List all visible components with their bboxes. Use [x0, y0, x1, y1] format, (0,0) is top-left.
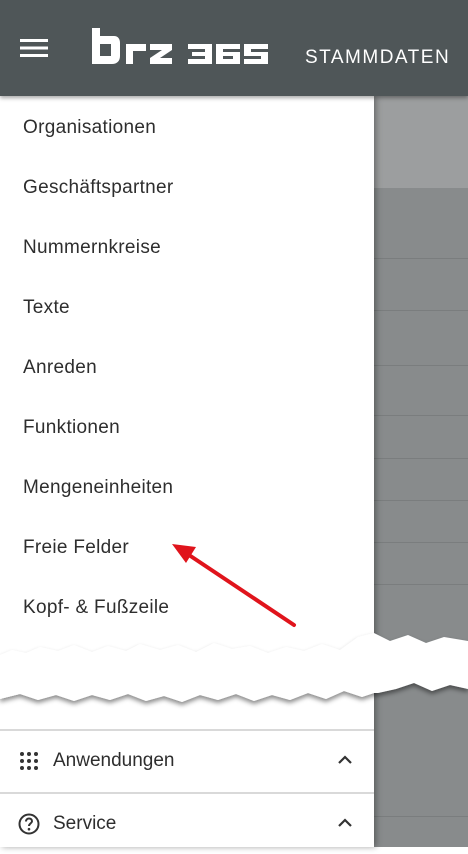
- drawer-item-label: Mengeneinheiten: [23, 477, 174, 498]
- background-row-divider: [374, 584, 468, 585]
- group-anwendungen[interactable]: Anwendungen: [0, 731, 374, 791]
- background-row-divider: [374, 365, 468, 366]
- background-row-divider: [374, 415, 468, 416]
- drawer-item-nummernkreise[interactable]: Nummernkreise: [0, 218, 374, 278]
- drawer-item-organisationen[interactable]: Organisationen: [0, 98, 374, 158]
- torn-edge-effect: [0, 633, 468, 702]
- logo-graphic: [92, 28, 268, 64]
- drawer-item-label: Anreden: [23, 357, 97, 378]
- background-row-divider: [374, 500, 468, 501]
- drawer-item-label: Nummernkreise: [23, 237, 161, 258]
- background-row-divider: [374, 310, 468, 311]
- apps-grid-icon: [18, 750, 40, 772]
- drawer-item-geschaeftspartner[interactable]: Geschäftspartner: [0, 158, 374, 218]
- hamburger-icon: [20, 39, 48, 57]
- group-label: Anwendungen: [53, 750, 175, 771]
- drawer-item-label: Freie Felder: [23, 537, 130, 558]
- drawer-item-label: Organisationen: [23, 117, 157, 138]
- group-label: Service: [53, 813, 117, 834]
- chevron-up-icon[interactable]: [336, 814, 354, 832]
- top-app-bar: STAMMDATEN: [0, 0, 468, 96]
- drawer-item-funktionen[interactable]: Funktionen: [0, 398, 374, 458]
- group-service[interactable]: Service: [0, 794, 374, 854]
- help-circle-icon: [18, 813, 40, 835]
- hamburger-menu-button[interactable]: [14, 30, 54, 66]
- background-row-divider: [374, 816, 468, 817]
- drawer-item-label: Kopf- & Fußzeile: [23, 597, 170, 618]
- drawer-item-label: Geschäftspartner: [23, 177, 174, 198]
- brz-365-logo[interactable]: [88, 26, 270, 68]
- drawer-item-anreden[interactable]: Anreden: [0, 338, 374, 398]
- background-row-divider: [374, 458, 468, 459]
- drawer-item-label: Texte: [23, 297, 70, 318]
- drawer-item-texte[interactable]: Texte: [0, 278, 374, 338]
- background-toolbar: [374, 96, 468, 188]
- background-row-divider: [374, 542, 468, 543]
- chevron-up-icon[interactable]: [336, 751, 354, 769]
- section-title: STAMMDATEN: [305, 47, 451, 68]
- drawer-item-freie-felder[interactable]: Freie Felder: [0, 518, 374, 578]
- background-row-divider: [374, 258, 468, 259]
- drawer-item-mengeneinheiten[interactable]: Mengeneinheiten: [0, 458, 374, 518]
- drawer-item-label: Funktionen: [23, 417, 121, 438]
